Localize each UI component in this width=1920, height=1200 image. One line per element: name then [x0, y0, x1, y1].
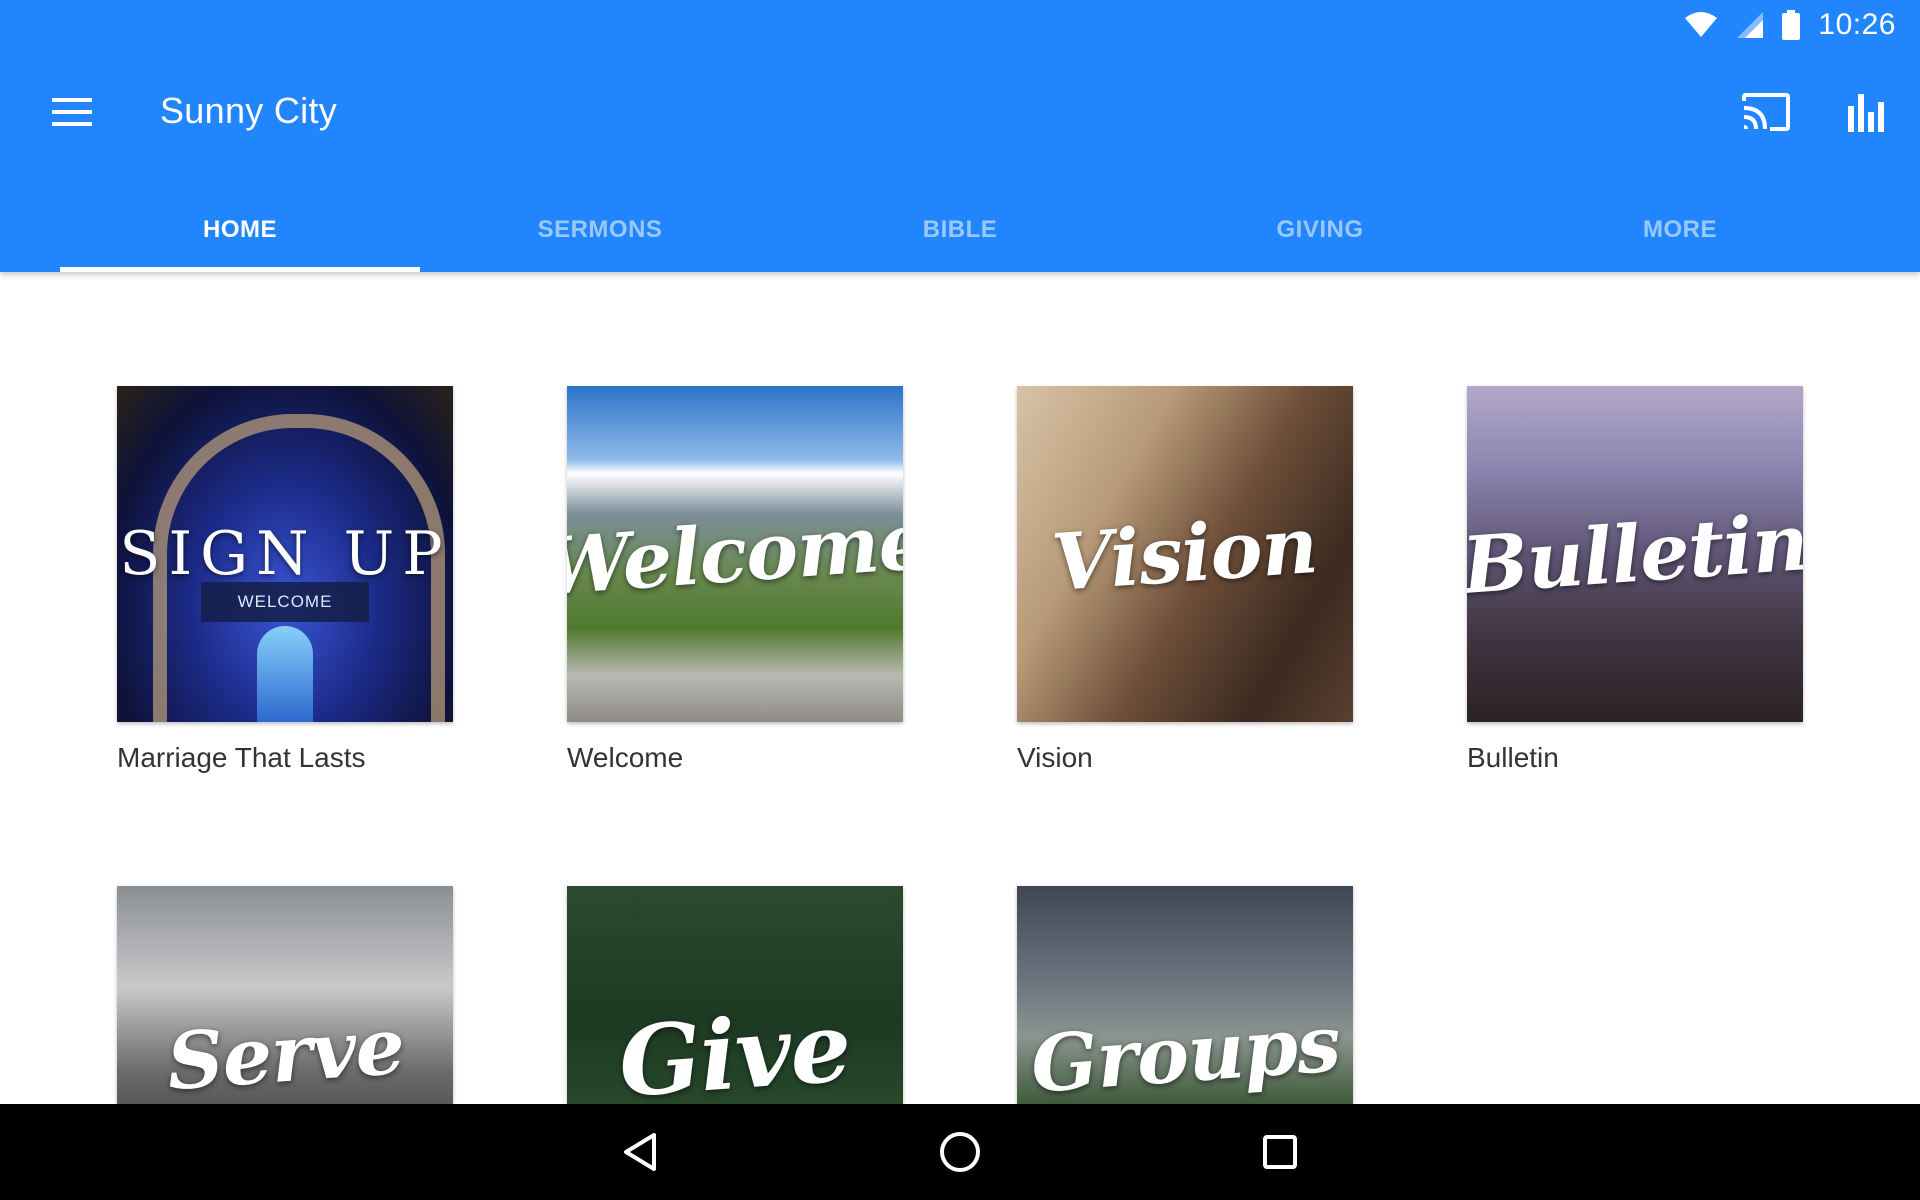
- card-overlay-text: Vision: [1049, 499, 1321, 609]
- signal-icon: [1736, 11, 1764, 39]
- card-image: Bulletin: [1467, 386, 1803, 722]
- tab-home[interactable]: HOME: [60, 188, 420, 272]
- back-icon[interactable]: [610, 1122, 670, 1182]
- card-label: Marriage That Lasts: [117, 742, 366, 773]
- card-label: Bulletin: [1467, 742, 1559, 773]
- home-icon[interactable]: [930, 1122, 990, 1182]
- app-title: Sunny City: [160, 90, 338, 131]
- tab-sermons[interactable]: SERMONS: [420, 188, 780, 272]
- card-marriage-that-lasts[interactable]: SIGN UP WELCOME Marriage That Lasts: [117, 386, 453, 774]
- card-overlay-text: SIGN UP: [119, 519, 451, 589]
- card-label: Welcome: [567, 742, 684, 773]
- bar-chart-icon[interactable]: [1838, 84, 1894, 140]
- tab-more[interactable]: MORE: [1500, 188, 1860, 272]
- wifi-icon: [1684, 12, 1718, 38]
- card-image: Serve: [117, 886, 453, 1104]
- card-welcome[interactable]: Welcome Welcome: [567, 386, 903, 774]
- card-overlay-text: Welcome: [567, 495, 903, 613]
- card-serve[interactable]: Serve: [117, 886, 453, 1104]
- app-bar: 10:26 Sunny City HOME SERMONS BIBLE GIVI…: [0, 0, 1920, 272]
- recents-icon[interactable]: [1250, 1122, 1310, 1182]
- card-overlay-text: Serve: [163, 1000, 407, 1104]
- card-image: Vision: [1017, 386, 1353, 722]
- menu-icon[interactable]: [44, 90, 100, 134]
- toolbar-actions: [1738, 84, 1894, 140]
- system-nav-bar: [0, 1104, 1920, 1200]
- battery-icon: [1782, 10, 1801, 40]
- card-image: SIGN UP WELCOME: [117, 386, 453, 722]
- status-time: 10:26: [1818, 8, 1896, 41]
- tab-bar: HOME SERMONS BIBLE GIVING MORE: [60, 188, 1860, 272]
- card-overlay-text: Bulletin: [1467, 496, 1803, 612]
- card-overlay-subtext: WELCOME: [201, 582, 369, 622]
- cast-icon[interactable]: [1738, 84, 1794, 140]
- card-give[interactable]: Give: [567, 886, 903, 1104]
- card-image: Groups: [1017, 886, 1353, 1104]
- card-image: Give: [567, 886, 903, 1104]
- card-overlay-text: Groups: [1027, 997, 1343, 1104]
- card-overlay-text: Give: [615, 989, 855, 1104]
- card-bulletin[interactable]: Bulletin Bulletin: [1467, 386, 1803, 774]
- card-image: Welcome: [567, 386, 903, 722]
- card-vision[interactable]: Vision Vision: [1017, 386, 1353, 774]
- card-label: Vision: [1017, 742, 1093, 773]
- status-bar: 10:26: [0, 0, 1920, 50]
- tab-giving[interactable]: GIVING: [1140, 188, 1500, 272]
- home-grid: SIGN UP WELCOME Marriage That Lasts Welc…: [0, 272, 1920, 1104]
- card-groups[interactable]: Groups: [1017, 886, 1353, 1104]
- tab-bible[interactable]: BIBLE: [780, 188, 1140, 272]
- toolbar: Sunny City: [0, 64, 1920, 160]
